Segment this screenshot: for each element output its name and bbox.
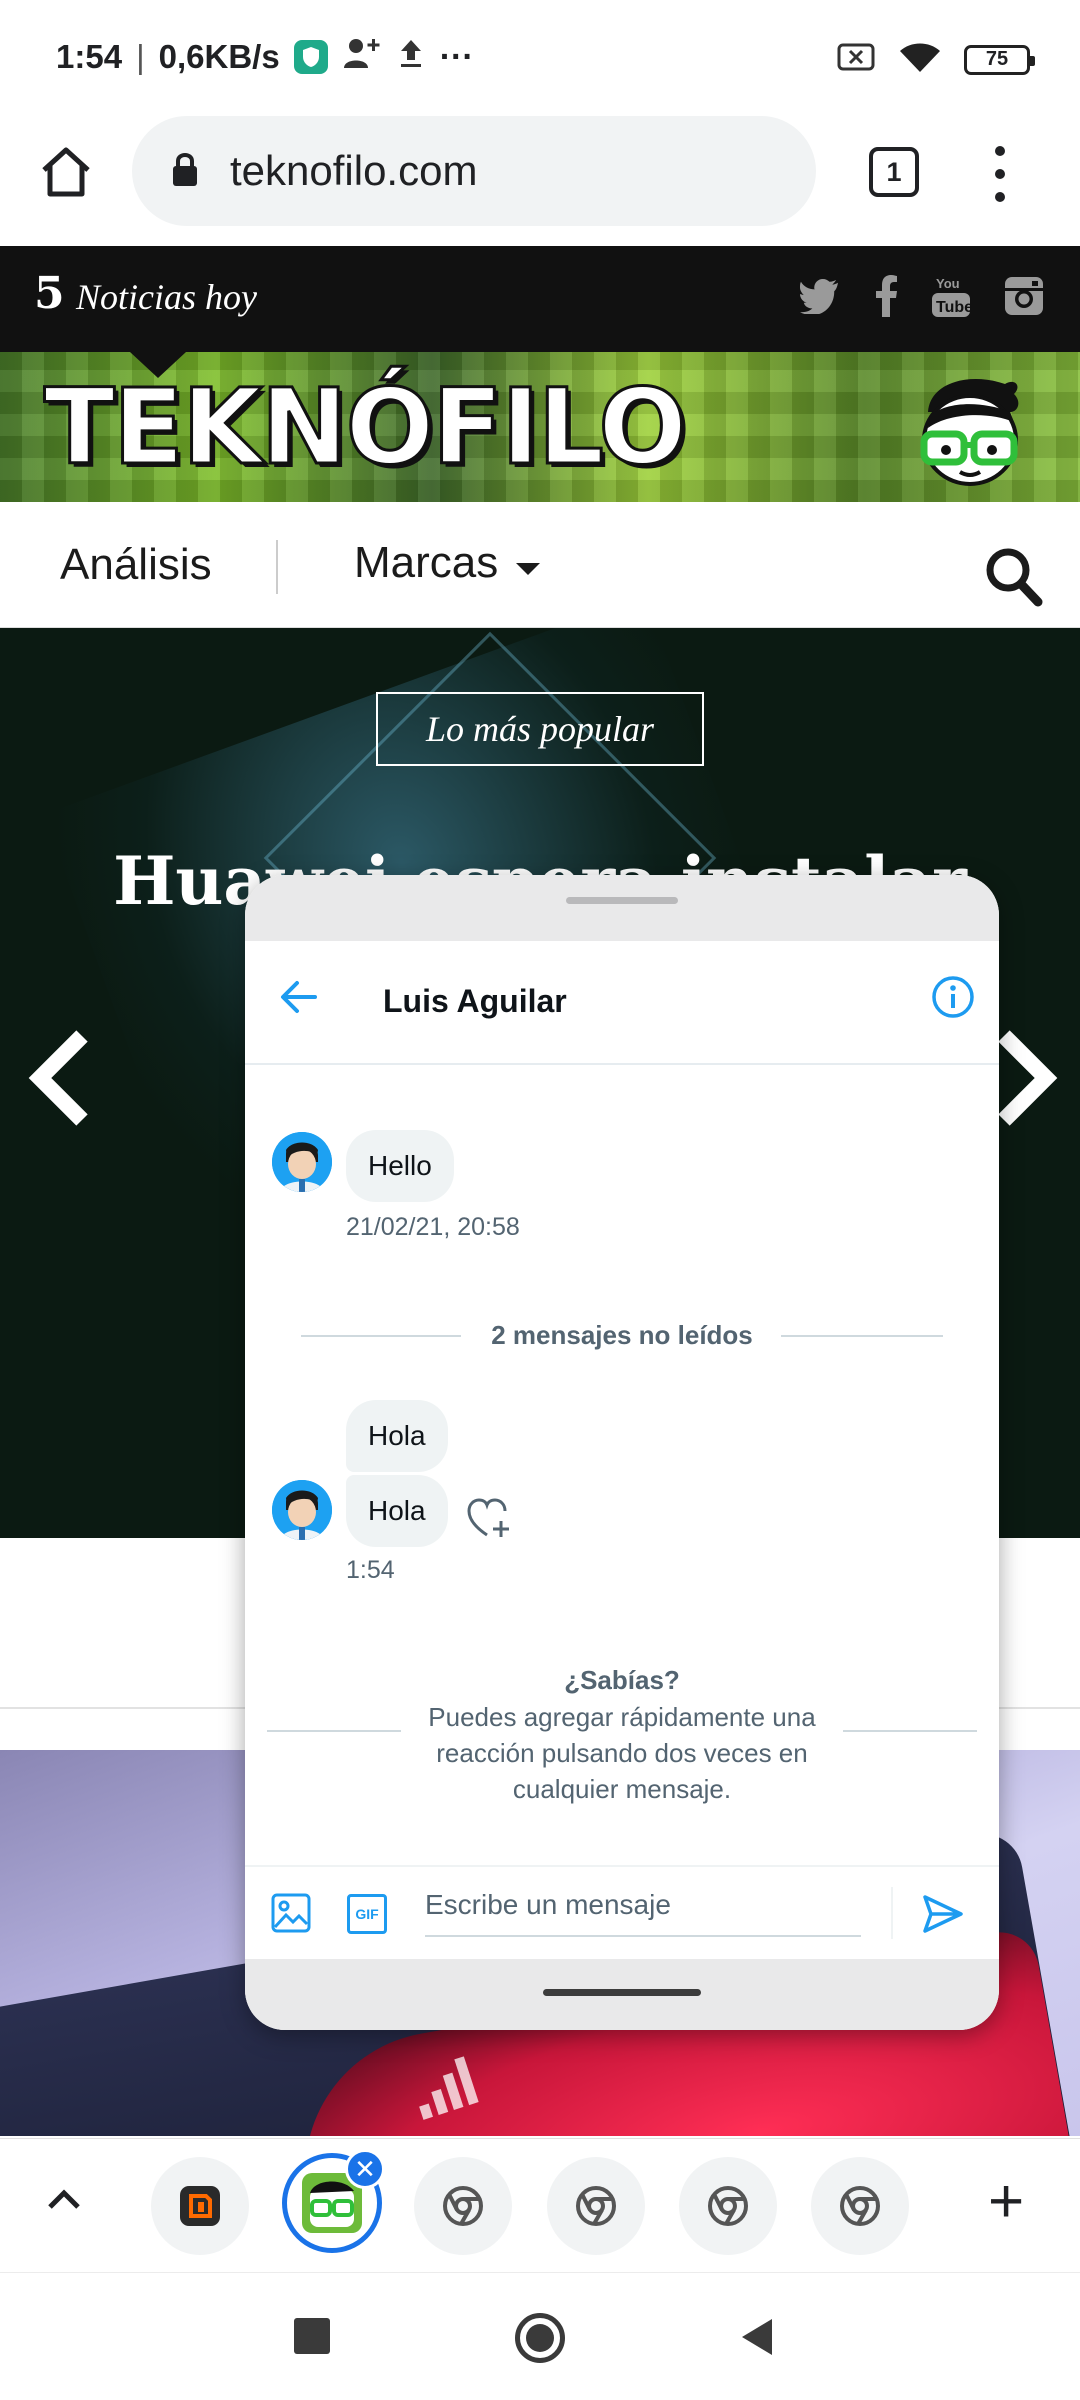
drag-handle[interactable]: [566, 897, 678, 904]
composer-divider: [891, 1887, 893, 1939]
system-nav-bar: [0, 2272, 1080, 2400]
network-speed: 0,6KB/s: [158, 38, 280, 75]
gif-icon[interactable]: GIF: [347, 1894, 387, 1934]
home-icon[interactable]: [38, 144, 94, 205]
divider-line: [267, 1730, 401, 1732]
send-icon[interactable]: [922, 1893, 964, 1940]
contact-avatar[interactable]: [272, 1132, 332, 1192]
browser-toolbar: teknofilo.com 1: [0, 110, 1080, 246]
bottom-handle[interactable]: [543, 1989, 701, 1996]
divider-line: [781, 1335, 943, 1337]
facebook-icon[interactable]: [876, 275, 898, 322]
chrome-tab-bubble[interactable]: [414, 2157, 512, 2255]
site-nav: Análisis Marcas: [0, 502, 1080, 628]
tab-switcher-button[interactable]: 1: [869, 147, 919, 197]
tip-title: ¿Sabías?: [564, 1665, 680, 1695]
message-bubble[interactable]: Hello: [346, 1130, 454, 1202]
chevron-left-icon[interactable]: [26, 1028, 96, 1128]
url-text[interactable]: teknofilo.com: [230, 147, 477, 195]
site-top-bar: 5 Noticias hoy You Tube: [0, 246, 1080, 352]
address-bar[interactable]: teknofilo.com: [132, 116, 816, 226]
bubble-dock: ✕ +: [0, 2138, 1080, 2272]
chrome-tab-bubble[interactable]: [679, 2157, 777, 2255]
search-icon[interactable]: [984, 546, 1044, 613]
svg-text:You: You: [936, 276, 960, 291]
banner-notch: [130, 352, 186, 378]
message-timestamp: 21/02/21, 20:58: [346, 1213, 520, 1241]
info-icon[interactable]: [931, 975, 975, 1024]
chat-header: Luis Aguilar: [245, 941, 999, 1065]
browser-menu-icon[interactable]: [985, 146, 1015, 202]
chat-drag-bar[interactable]: [245, 875, 999, 941]
tip-body: Puedes agregar rápidamente una reacción …: [428, 1702, 816, 1804]
chrome-tab-bubble[interactable]: [547, 2157, 645, 2255]
chat-bubble-window: Luis Aguilar Hello 21/02/21, 20:58 2 men…: [245, 875, 999, 2030]
back-arrow-icon[interactable]: [279, 979, 319, 1020]
message-composer: GIF Escribe un mensaje: [245, 1865, 999, 1959]
chrome-tab-bubble[interactable]: [811, 2157, 909, 2255]
caret-down-icon[interactable]: [516, 538, 541, 588]
logo-mascot-icon: [910, 372, 1030, 488]
nav-marcas-dropdown[interactable]: Marcas: [354, 538, 541, 588]
contact-avatar[interactable]: [272, 1480, 332, 1540]
message-bubble[interactable]: Hola: [346, 1400, 448, 1472]
image-icon[interactable]: [271, 1893, 311, 1938]
chevron-right-icon[interactable]: [990, 1028, 1060, 1128]
message-bubble[interactable]: Hola: [346, 1475, 448, 1547]
message-input[interactable]: Escribe un mensaje: [425, 1885, 861, 1937]
twitter-icon[interactable]: [800, 278, 842, 319]
upload-icon: [396, 36, 426, 78]
recents-icon[interactable]: [294, 2318, 330, 2354]
news-count[interactable]: 5: [34, 268, 65, 319]
battery-icon: 75: [964, 44, 1035, 75]
social-links: You Tube: [800, 274, 1044, 323]
add-bubble-button[interactable]: +: [988, 2171, 1024, 2233]
site-logo[interactable]: TEKNÓFILO: [43, 365, 689, 490]
status-time: 1:54: [56, 38, 123, 75]
battery-level: 75: [985, 48, 1009, 70]
add-contact-icon: [342, 36, 382, 78]
wifi-icon: [898, 40, 942, 79]
youtube-icon[interactable]: You Tube: [932, 274, 973, 323]
signal-bars-icon: [410, 2050, 490, 2125]
news-today-link[interactable]: Noticias hoy: [76, 276, 257, 318]
status-left: 1:54 | 0,6KB/s ···: [56, 36, 474, 78]
message-timestamp: 1:54: [346, 1556, 395, 1584]
lock-icon[interactable]: [170, 150, 200, 193]
more-notifications-icon: ···: [439, 37, 474, 76]
nav-analisis-link[interactable]: Análisis: [60, 540, 212, 590]
nav-divider: [276, 540, 278, 594]
chevron-up-icon[interactable]: [44, 2183, 84, 2218]
svg-text:Tube: Tube: [936, 299, 970, 316]
popular-tag: Lo más popular: [376, 692, 704, 766]
close-icon[interactable]: ✕: [345, 2149, 385, 2189]
add-reaction-icon[interactable]: [467, 1497, 513, 1544]
sim-icon: [836, 41, 876, 78]
divider-line: [843, 1730, 977, 1732]
contact-name[interactable]: Luis Aguilar: [383, 983, 567, 1020]
vpn-shield-icon: [293, 40, 328, 74]
chat-bottom-bar: [245, 1959, 999, 2030]
nav-marcas-label[interactable]: Marcas: [354, 538, 498, 588]
status-bar: 1:54 | 0,6KB/s ··· 75: [0, 0, 1080, 110]
back-icon[interactable]: [740, 2317, 776, 2362]
home-button-icon[interactable]: [515, 2313, 565, 2363]
status-right: 75: [836, 40, 1035, 79]
instagram-icon[interactable]: [1004, 276, 1044, 321]
dock-app-bubble[interactable]: [151, 2157, 249, 2255]
